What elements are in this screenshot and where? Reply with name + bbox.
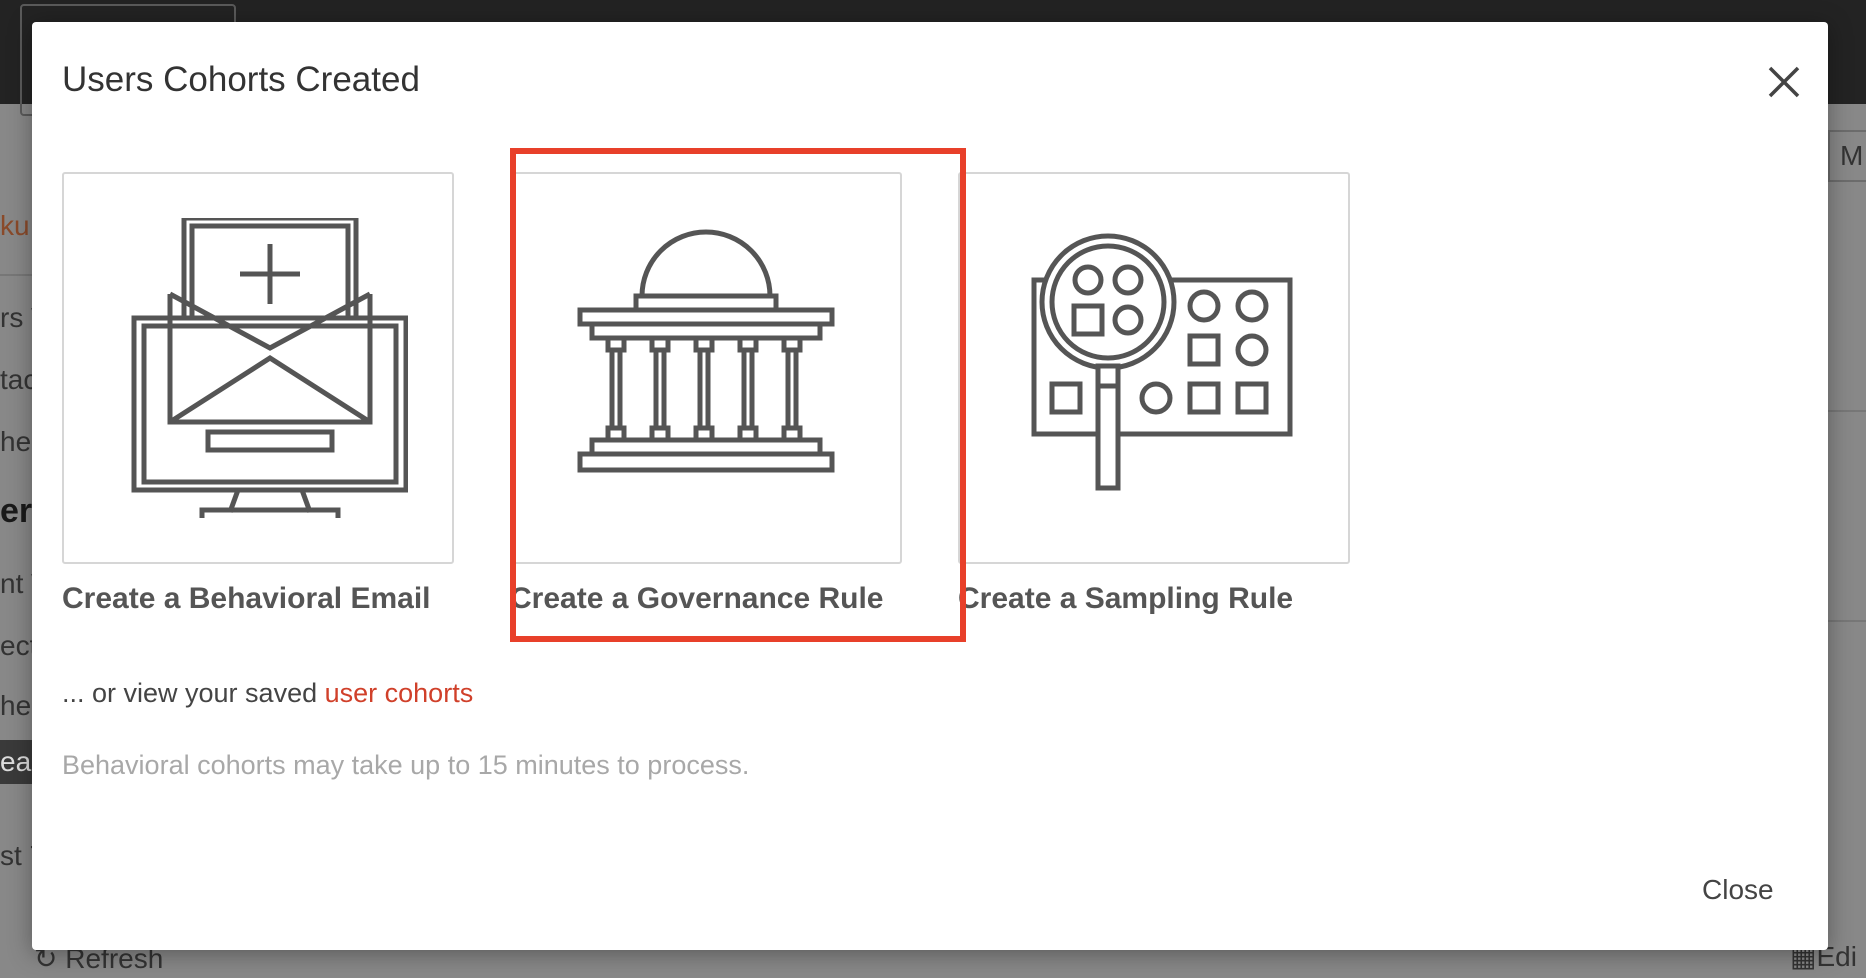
background-text: M — [1840, 140, 1864, 171]
governance-rule-tile[interactable] — [510, 172, 902, 564]
create-behavioral-email-card[interactable]: Create a Behavioral Email — [62, 172, 454, 616]
background-right-tab: M — [1828, 130, 1866, 182]
close-icon[interactable] — [1762, 60, 1806, 104]
sampling-rule-label[interactable]: Create a Sampling Rule — [958, 582, 1350, 616]
behavioral-email-tile[interactable] — [62, 172, 454, 564]
modal-title: Users Cohorts Created — [62, 60, 420, 99]
magnifier-sampling-icon — [1031, 233, 1293, 491]
users-cohorts-modal: Users Cohorts Created Create a Behaviora… — [32, 22, 1828, 950]
background-text: ea — [0, 746, 32, 777]
processing-note: Behavioral cohorts may take up to 15 min… — [62, 750, 750, 780]
sampling-rule-tile[interactable] — [958, 172, 1350, 564]
create-governance-rule-card[interactable]: Create a Governance Rule — [510, 172, 902, 616]
view-saved-prefix: ... or view your saved — [62, 678, 318, 708]
background-divider — [0, 274, 32, 276]
user-cohorts-link[interactable]: user cohorts — [325, 678, 474, 708]
background-text: ku — [0, 210, 30, 241]
behavioral-email-label[interactable]: Create a Behavioral Email — [62, 582, 454, 616]
view-saved-cohorts-line: ... or view your saved user cohorts — [62, 678, 473, 709]
create-sampling-rule-card[interactable]: Create a Sampling Rule — [958, 172, 1350, 616]
background-text: he — [0, 426, 32, 457]
email-monitor-icon — [131, 218, 408, 518]
background-divider — [1828, 620, 1866, 622]
close-button[interactable]: Close — [1702, 874, 1774, 906]
background-text: he — [0, 690, 32, 721]
governance-rule-label[interactable]: Create a Governance Rule — [510, 582, 902, 616]
government-building-icon — [577, 229, 835, 473]
background-divider — [1828, 410, 1866, 412]
